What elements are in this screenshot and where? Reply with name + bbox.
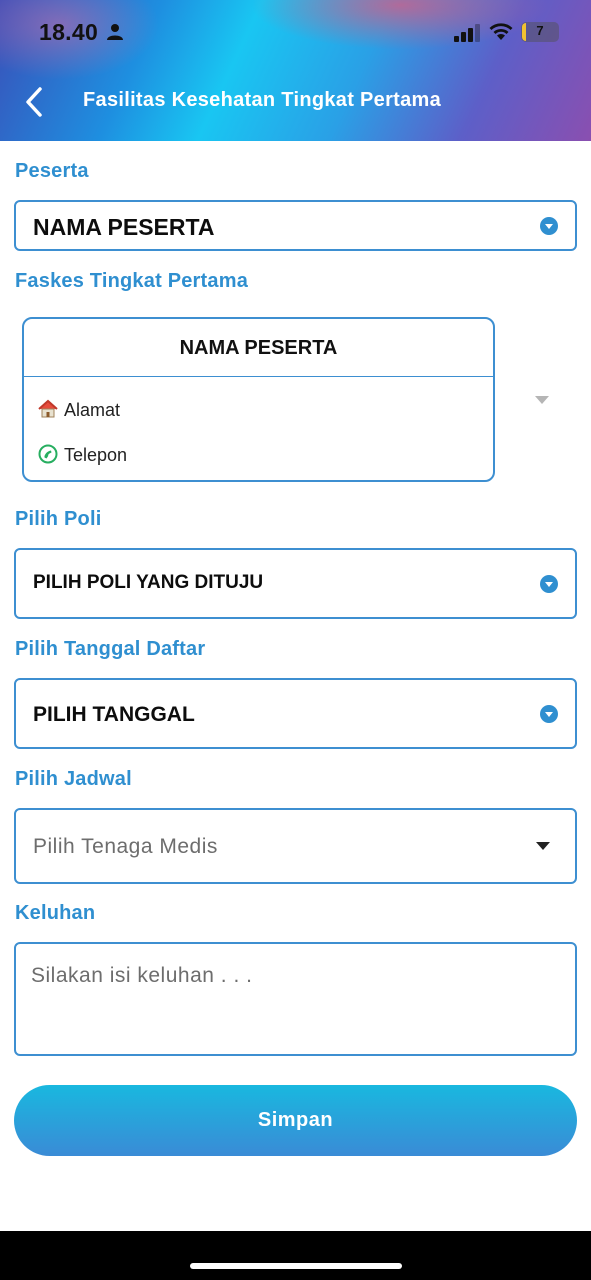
tanggal-select[interactable]: PILIH TANGGAL [14,678,577,749]
jadwal-label: Pilih Jadwal [15,768,132,790]
poli-value: PILIH POLI YANG DITUJU [33,572,264,593]
status-time: 18.40 [39,19,99,45]
keluhan-label: Keluhan [15,902,96,924]
phone-icon [38,444,58,464]
caret-down-icon [536,842,550,850]
wifi-icon [489,23,513,40]
poli-select[interactable]: PILIH POLI YANG DITUJU [14,548,577,619]
alamat-label: Alamat [64,400,121,420]
tanggal-label: Pilih Tanggal Daftar [15,638,206,660]
app-header: 18.40 7 Fasilitas Kesehatan Tingkat Pert… [0,0,591,141]
card-divider [24,376,493,377]
back-button[interactable] [20,84,50,120]
home-indicator[interactable] [190,1263,402,1269]
battery-icon: 7 [521,22,559,42]
house-icon [38,399,58,418]
dropdown-icon [540,217,558,235]
battery-level: 7 [536,23,544,38]
telepon-label: Telepon [64,445,128,465]
tanggal-value: PILIH TANGGAL [33,703,195,726]
faskes-dropdown-icon[interactable] [535,396,549,404]
peserta-value: NAMA PESERTA [33,214,215,240]
person-icon [107,24,123,40]
jadwal-select[interactable]: Pilih Tenaga Medis [14,808,577,884]
alamat-row: Alamat [38,399,120,421]
page-title: Fasilitas Kesehatan Tingkat Pertama [83,89,442,111]
save-button[interactable]: Simpan [14,1085,577,1156]
telepon-row: Telepon [38,444,127,466]
dropdown-icon [540,705,558,723]
jadwal-placeholder: Pilih Tenaga Medis [33,835,218,858]
poli-label: Pilih Poli [15,508,102,530]
keluhan-input[interactable] [14,942,577,1056]
faskes-name: NAMA PESERTA [179,337,338,359]
peserta-select[interactable]: NAMA PESERTA [14,200,577,251]
faskes-label: Faskes Tingkat Pertama [15,270,249,292]
dropdown-icon [540,575,558,593]
cellular-signal-icon [454,24,480,42]
peserta-label: Peserta [15,160,89,182]
bottom-bar [0,1231,591,1280]
faskes-card[interactable]: NAMA PESERTA Alamat Telepon [22,317,495,482]
